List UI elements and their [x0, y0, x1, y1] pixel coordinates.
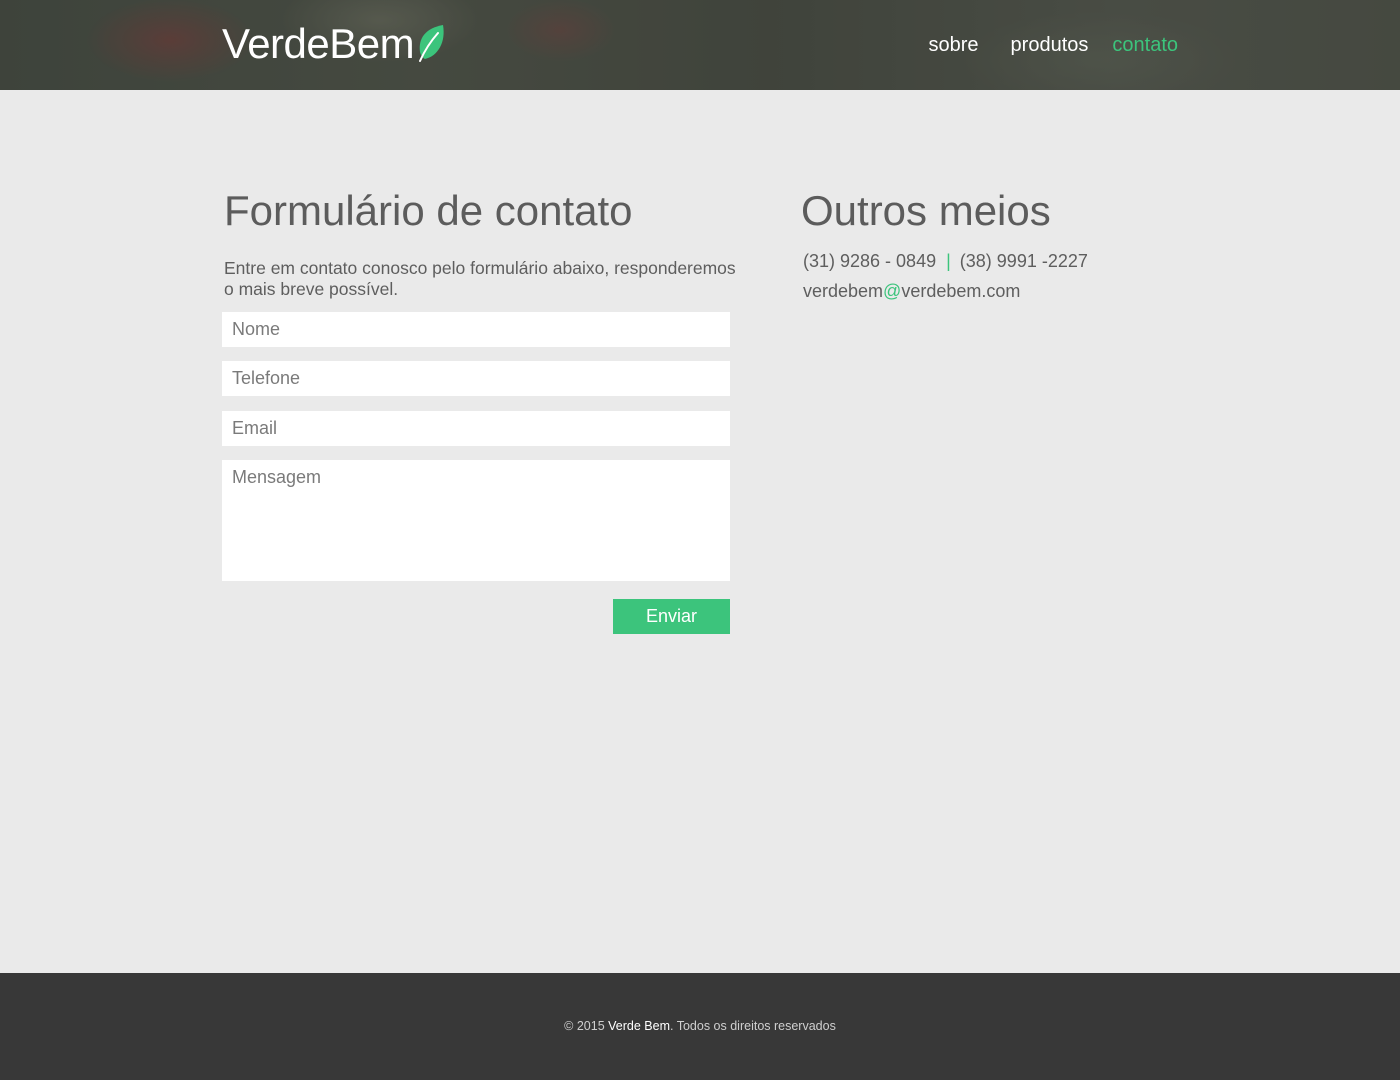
contact-form-title: Formulário de contato: [224, 187, 633, 234]
other-contact-title: Outros meios: [801, 187, 1051, 234]
footer-copyright: © 2015 Verde Bem. Todos os direitos rese…: [0, 1019, 1400, 1033]
site-header: Verde Bem sobre produtos contato: [0, 0, 1400, 90]
email-input[interactable]: [222, 411, 730, 446]
footer-rights: . Todos os direitos reservados: [670, 1019, 836, 1033]
phone-separator: |: [946, 251, 951, 271]
logo-text-verde: Verde: [222, 20, 330, 67]
logo-text-bem: Bem: [329, 20, 415, 67]
contact-form: Enviar: [222, 312, 752, 634]
phone-number-1: (31) 9286 - 0849: [803, 251, 937, 271]
site-footer: © 2015 Verde Bem. Todos os direitos rese…: [0, 973, 1400, 1080]
nav-link-contato[interactable]: contato: [1112, 34, 1178, 57]
email-user: verdebem: [803, 281, 884, 301]
leaf-icon: [419, 25, 444, 62]
name-input[interactable]: [222, 312, 730, 347]
phone-input[interactable]: [222, 361, 730, 396]
nav-link-produtos[interactable]: produtos: [1011, 34, 1089, 57]
site-logo[interactable]: Verde Bem: [222, 22, 446, 66]
contact-email[interactable]: verdebem@verdebem.com: [803, 278, 1181, 304]
main-nav: sobre produtos contato: [929, 34, 1178, 57]
phone-number-2: (38) 9991 -2227: [959, 251, 1088, 271]
email-domain: verdebem.com: [901, 281, 1021, 301]
contact-form-section: Formulário de contato Entre em contato c…: [222, 186, 752, 634]
email-at-sign: @: [883, 281, 902, 301]
footer-brand: Verde Bem: [608, 1019, 670, 1033]
other-contact-section: Outros meios (31) 9286 - 0849 | (38) 9991 …: [801, 186, 1181, 304]
phone-numbers: (31) 9286 - 0849 | (38) 9991 -2227: [803, 248, 1181, 274]
submit-row: Enviar: [222, 599, 730, 634]
send-button[interactable]: Enviar: [613, 599, 730, 634]
message-textarea[interactable]: [222, 460, 730, 581]
nav-link-sobre[interactable]: sobre: [929, 34, 979, 57]
copyright-year: © 2015: [564, 1019, 605, 1033]
contact-form-intro: Entre em contato conosco pelo formulário…: [224, 258, 736, 299]
